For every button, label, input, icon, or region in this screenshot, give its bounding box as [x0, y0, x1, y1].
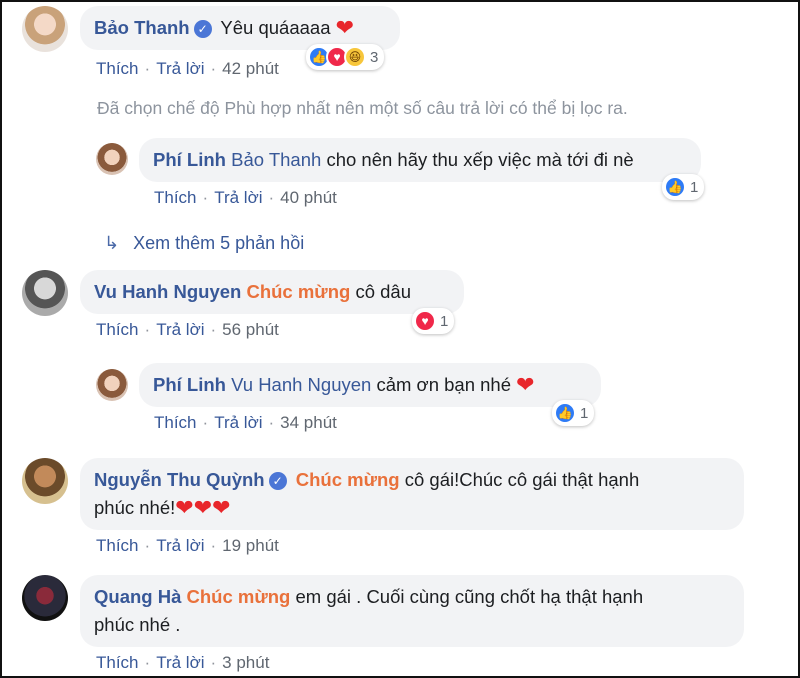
comment-bubble: Nguyễn Thu Quỳnh ✓ Chúc mừng cô gái!Chúc … — [80, 458, 744, 530]
reply-link[interactable]: Trả lời — [156, 59, 204, 78]
comment-author[interactable]: Quang Hà — [94, 586, 181, 607]
reply-link[interactable]: Trả lời — [156, 320, 204, 339]
comment-time[interactable]: 40 phút — [280, 188, 337, 207]
comment-actions: Thích · Trả lời · 56 phút — [96, 320, 279, 339]
comment-actions: Thích · Trả lời · 42 phút — [96, 59, 279, 78]
like-link[interactable]: Thích — [154, 188, 197, 207]
reaction-summary[interactable]: 👍 1 — [662, 174, 705, 200]
comment-actions: Thích · Trả lời · 40 phút — [154, 188, 337, 207]
comment-text: Yêu quáaaaa — [220, 17, 331, 38]
heart-emoji-icon: ❤ — [516, 372, 535, 397]
comment-author[interactable]: Nguyễn Thu Quỳnh — [94, 469, 265, 490]
verified-icon: ✓ — [193, 20, 212, 38]
reply-bubble: Phí Linh Vu Hanh Nguyen cảm ơn bạn nhé ❤ — [139, 363, 601, 407]
reply-arrow-icon: ↳ — [104, 233, 120, 253]
reaction-summary[interactable]: 👍 ♥ 😆 3 — [306, 44, 385, 70]
view-more-label[interactable]: Xem thêm 5 phản hồi — [133, 233, 304, 253]
reply-bubble: Phí Linh Bảo Thanh cho nên hãy thu xếp v… — [139, 138, 701, 182]
heart-emoji-icon: ❤ — [335, 15, 355, 40]
reply-link[interactable]: Trả lời — [156, 653, 204, 672]
comment-author[interactable]: Vu Hanh Nguyen — [94, 281, 241, 302]
avatar[interactable] — [22, 6, 68, 52]
comment-text: em gái . Cuối cùng cũng chốt hạ thật hạn… — [295, 586, 644, 607]
comment-text-continued: phúc nhé! — [94, 497, 176, 518]
avatar[interactable] — [22, 270, 68, 316]
celebration-tag[interactable]: Chúc mừng — [296, 469, 400, 490]
reaction-count: 1 — [440, 312, 449, 330]
comment-time[interactable]: 3 phút — [222, 653, 269, 672]
like-link[interactable]: Thích — [96, 536, 139, 555]
like-link[interactable]: Thích — [96, 653, 139, 672]
love-reaction-icon: ♥ — [414, 310, 436, 332]
comment-text: cảm ơn bạn nhé — [376, 374, 511, 395]
reaction-count: 3 — [370, 48, 379, 66]
like-link[interactable]: Thích — [154, 413, 197, 432]
comment-author[interactable]: Phí Linh — [153, 374, 226, 395]
like-link[interactable]: Thích — [96, 59, 139, 78]
haha-reaction-icon: 😆 — [344, 46, 366, 68]
like-reaction-icon: 👍 — [554, 402, 576, 424]
verified-icon: ✓ — [268, 472, 287, 490]
comment-text-continued: phúc nhé . — [94, 614, 181, 635]
comment-text: cho nên hãy thu xếp việc mà tới đi nè — [326, 149, 634, 170]
reply-link[interactable]: Trả lời — [214, 188, 262, 207]
comment-actions: Thích · Trả lời · 34 phút — [154, 413, 337, 432]
celebration-tag[interactable]: Chúc mừng — [246, 281, 350, 302]
view-more-replies[interactable]: ↳ Xem thêm 5 phản hồi — [104, 233, 304, 254]
avatar[interactable] — [22, 575, 68, 621]
comment-time[interactable]: 34 phút — [280, 413, 337, 432]
comment-bubble: Quang Hà Chúc mừng em gái . Cuối cùng cũ… — [80, 575, 744, 647]
mention-link[interactable]: Vu Hanh Nguyen — [231, 374, 371, 395]
comment-author[interactable]: Bảo Thanh — [94, 17, 190, 38]
comment-actions: Thích · Trả lời · 3 phút — [96, 653, 270, 672]
filter-notice: Đã chọn chế độ Phù hợp nhất nên một số c… — [97, 98, 628, 118]
reaction-count: 1 — [580, 404, 589, 422]
comment-bubble: Vu Hanh Nguyen Chúc mừng cô dâu — [80, 270, 464, 314]
like-link[interactable]: Thích — [96, 320, 139, 339]
reaction-summary[interactable]: 👍 1 — [552, 400, 595, 426]
comment-time[interactable]: 42 phút — [222, 59, 279, 78]
like-reaction-icon: 👍 — [664, 176, 686, 198]
comment-time[interactable]: 19 phút — [222, 536, 279, 555]
heart-emoji-icon: ❤❤❤ — [175, 495, 231, 520]
avatar[interactable] — [96, 143, 128, 175]
avatar[interactable] — [22, 458, 68, 504]
reaction-summary[interactable]: ♥ 1 — [412, 308, 455, 334]
comment-text: cô dâu — [355, 281, 411, 302]
celebration-tag[interactable]: Chúc mừng — [187, 586, 291, 607]
mention-link[interactable]: Bảo Thanh — [231, 149, 321, 170]
comment-time[interactable]: 56 phút — [222, 320, 279, 339]
comment-text: cô gái!Chúc cô gái thật hạnh — [404, 469, 640, 490]
reaction-count: 1 — [690, 178, 699, 196]
avatar[interactable] — [96, 369, 128, 401]
reply-link[interactable]: Trả lời — [156, 536, 204, 555]
reply-link[interactable]: Trả lời — [214, 413, 262, 432]
comment-author[interactable]: Phí Linh — [153, 149, 226, 170]
comment-actions: Thích · Trả lời · 19 phút — [96, 536, 279, 555]
